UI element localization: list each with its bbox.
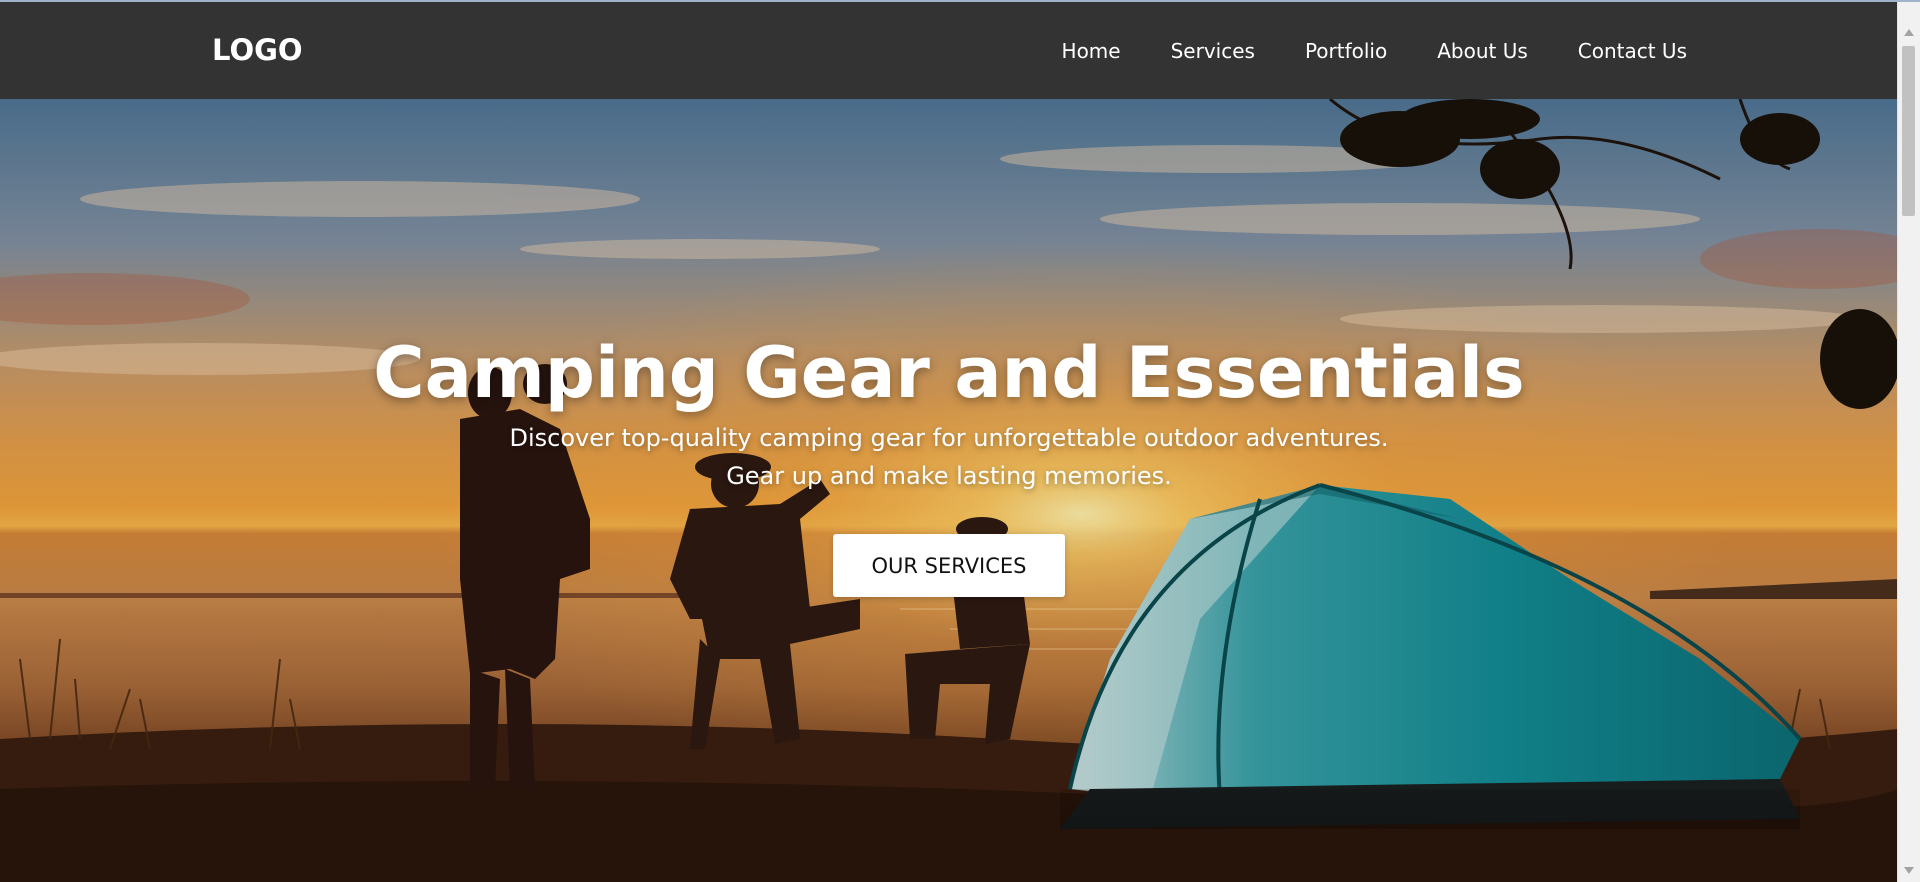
- nav-link-about-us[interactable]: About Us: [1437, 39, 1528, 63]
- site-logo[interactable]: LOGO: [212, 33, 303, 67]
- hero-title: Camping Gear and Essentials: [373, 331, 1525, 414]
- nav-link-portfolio[interactable]: Portfolio: [1305, 39, 1387, 63]
- hero-subtitle-line-1: Discover top-quality camping gear for un…: [509, 424, 1389, 452]
- nav-link-services[interactable]: Services: [1171, 39, 1255, 63]
- page-scrollbar[interactable]: [1897, 2, 1920, 882]
- main-nav: Home Services Portfolio About Us Contact…: [1012, 2, 1687, 99]
- nav-link-contact-us[interactable]: Contact Us: [1578, 39, 1687, 63]
- scroll-thumb[interactable]: [1902, 46, 1915, 216]
- hero-section: Camping Gear and Essentials Discover top…: [0, 99, 1898, 882]
- hero-subtitle-line-2: Gear up and make lasting memories.: [726, 462, 1172, 490]
- page: LOGO Home Services Portfolio About Us Co…: [0, 0, 1920, 882]
- site-header: LOGO Home Services Portfolio About Us Co…: [0, 2, 1898, 99]
- nav-link-home[interactable]: Home: [1062, 39, 1121, 63]
- scroll-down-arrow-icon[interactable]: [1904, 867, 1914, 874]
- hero-subtitle: Discover top-quality camping gear for un…: [0, 419, 1898, 495]
- scroll-up-arrow-icon[interactable]: [1904, 29, 1914, 36]
- our-services-button[interactable]: OUR SERVICES: [833, 534, 1065, 597]
